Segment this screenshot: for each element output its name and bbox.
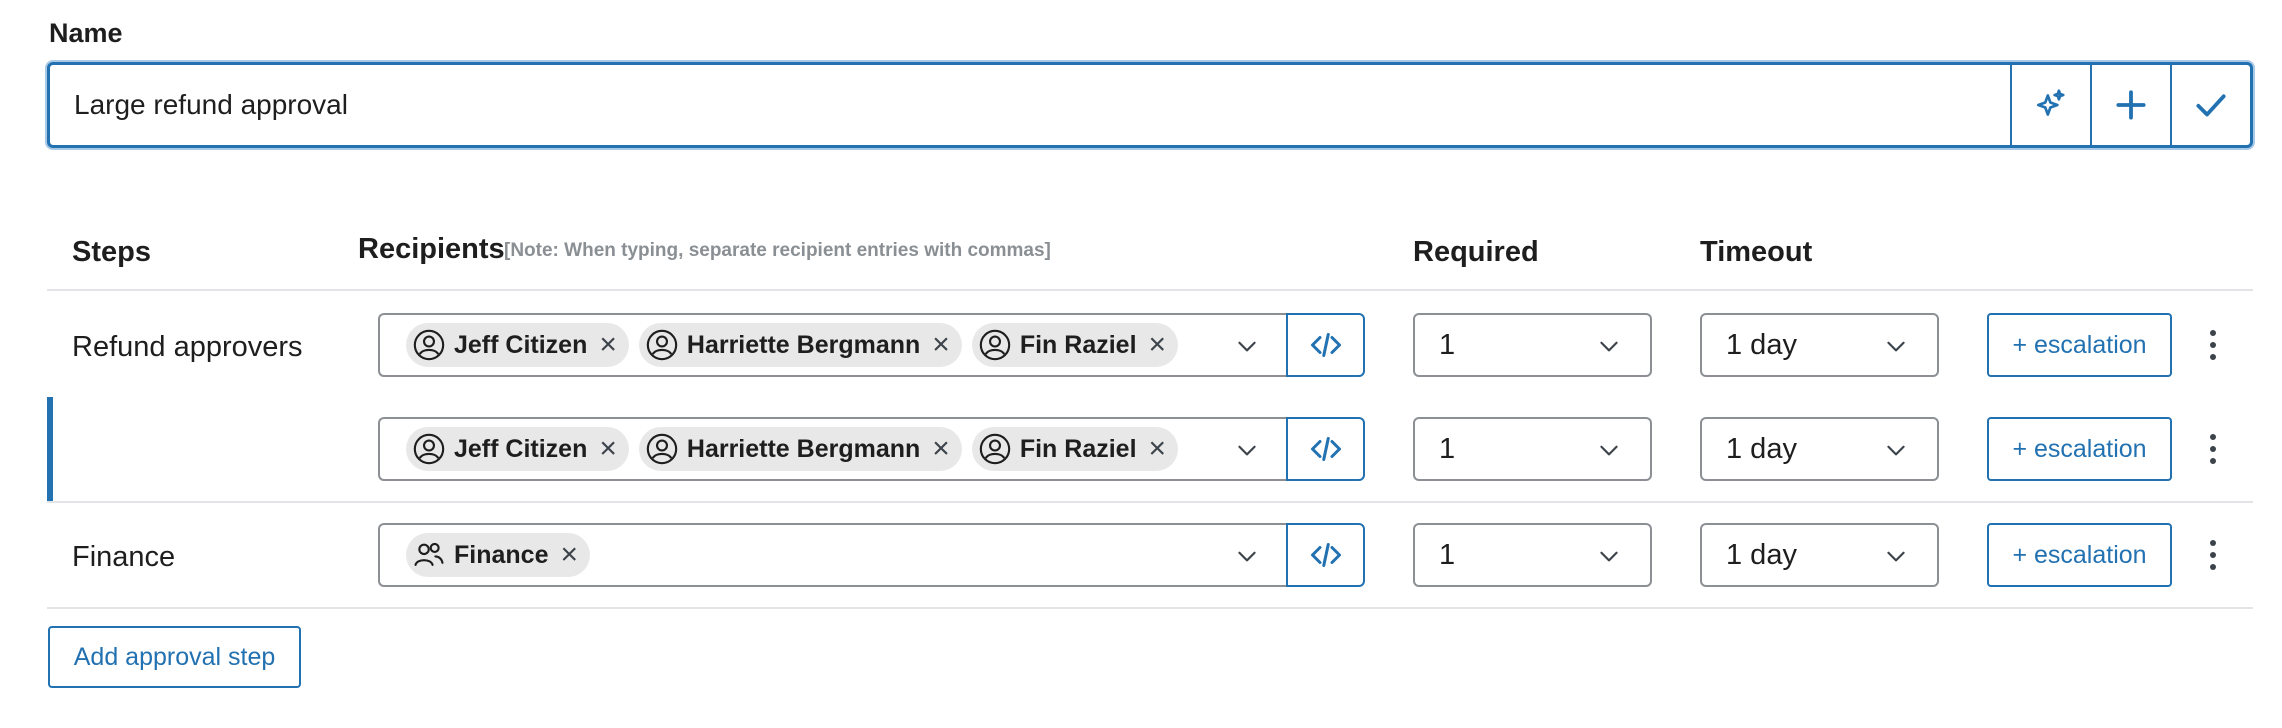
required-value: 1 (1439, 328, 1456, 361)
plus-icon (2116, 90, 2146, 120)
chevron-down-icon (1238, 551, 1256, 562)
code-button[interactable] (1286, 417, 1365, 481)
remove-icon[interactable]: × (932, 330, 950, 360)
recipient-chip: Jeff Citizen × (406, 323, 629, 367)
remove-icon[interactable]: × (1149, 434, 1167, 464)
add-escalation-button[interactable]: + escalation (1987, 417, 2172, 481)
required-header: Required (1413, 236, 1539, 268)
required-value: 1 (1439, 538, 1456, 571)
chevron-down-icon (1600, 551, 1618, 562)
kebab-icon (2210, 330, 2216, 360)
kebab-icon (2210, 434, 2216, 464)
header-divider (47, 289, 2253, 291)
recipient-name: Finance (454, 540, 549, 569)
recipient-name: Harriette Bergmann (686, 434, 921, 463)
user-circle-icon (646, 329, 678, 361)
remove-icon[interactable]: × (560, 540, 578, 570)
confirm-button[interactable] (2170, 65, 2250, 145)
kebab-icon (2210, 540, 2216, 570)
user-circle-icon (413, 329, 445, 361)
code-button[interactable] (1286, 313, 1365, 377)
name-input[interactable] (50, 65, 2010, 145)
chevron-down-icon (1887, 445, 1905, 456)
chevron-down-icon (1600, 341, 1618, 352)
user-circle-icon (646, 433, 678, 465)
required-value: 1 (1439, 432, 1456, 465)
user-circle-icon (979, 329, 1011, 361)
timeout-header: Timeout (1700, 236, 1813, 268)
step-name: Finance (72, 541, 176, 573)
timeout-select[interactable]: 1 day (1700, 313, 1939, 377)
recipient-chip: Harriette Bergmann × (638, 323, 962, 367)
row-divider (47, 607, 2253, 609)
recipients-header: Recipients (358, 233, 505, 265)
code-button[interactable] (1286, 523, 1365, 587)
recipients-select[interactable]: Finance × (378, 523, 1286, 587)
required-select[interactable]: 1 (1413, 417, 1652, 481)
recipients-note: [Note: When typing, separate recipient e… (504, 240, 1051, 261)
chevron-down-icon (1887, 341, 1905, 352)
chevron-down-icon (1238, 445, 1256, 456)
recipient-name: Jeff Citizen (454, 434, 588, 463)
remove-icon[interactable]: × (1149, 330, 1167, 360)
chevron-down-icon (1887, 551, 1905, 562)
recipient-chip: Jeff Citizen × (406, 427, 629, 471)
code-icon (1310, 437, 1341, 461)
group-icon (414, 542, 444, 566)
name-field (47, 62, 2253, 148)
required-select[interactable]: 1 (1413, 523, 1652, 587)
recipient-name: Harriette Bergmann (686, 330, 921, 359)
more-menu-button[interactable] (2198, 417, 2228, 481)
step-name: Refund approvers (72, 331, 303, 363)
recipients-select[interactable]: Jeff Citizen × Harriette Bergmann × Fin … (378, 313, 1286, 377)
ai-suggest-button[interactable] (2010, 65, 2090, 145)
chevron-down-icon (1600, 445, 1618, 456)
recipient-name: Fin Raziel (1019, 434, 1137, 463)
recipient-name: Fin Raziel (1019, 330, 1137, 359)
recipients-select[interactable]: Jeff Citizen × Harriette Bergmann × Fin … (378, 417, 1286, 481)
code-icon (1310, 333, 1341, 357)
add-escalation-button[interactable]: + escalation (1987, 313, 2172, 377)
required-select[interactable]: 1 (1413, 313, 1652, 377)
more-menu-button[interactable] (2198, 313, 2228, 377)
user-circle-icon (413, 433, 445, 465)
more-menu-button[interactable] (2198, 523, 2228, 587)
timeout-value: 1 day (1726, 328, 1797, 361)
steps-header: Steps (72, 236, 151, 268)
timeout-select[interactable]: 1 day (1700, 417, 1939, 481)
timeout-value: 1 day (1726, 432, 1797, 465)
timeout-select[interactable]: 1 day (1700, 523, 1939, 587)
sparkles-icon (2036, 89, 2065, 116)
recipient-chip: Fin Raziel × (971, 323, 1179, 367)
add-button[interactable] (2090, 65, 2170, 145)
code-icon (1310, 543, 1341, 567)
check-icon (2196, 94, 2226, 117)
chevron-down-icon (1238, 341, 1256, 352)
recipient-name: Jeff Citizen (454, 330, 588, 359)
substep-indicator (47, 397, 53, 501)
user-circle-icon (979, 433, 1011, 465)
add-approval-step-button[interactable]: Add approval step (48, 626, 301, 688)
name-label: Name (49, 18, 123, 48)
recipient-chip: Fin Raziel × (971, 427, 1179, 471)
remove-icon[interactable]: × (599, 434, 617, 464)
row-divider (47, 501, 2253, 503)
add-escalation-button[interactable]: + escalation (1987, 523, 2172, 587)
remove-icon[interactable]: × (599, 330, 617, 360)
timeout-value: 1 day (1726, 538, 1797, 571)
recipient-chip: Finance × (406, 533, 591, 577)
remove-icon[interactable]: × (932, 434, 950, 464)
recipient-chip: Harriette Bergmann × (638, 427, 962, 471)
